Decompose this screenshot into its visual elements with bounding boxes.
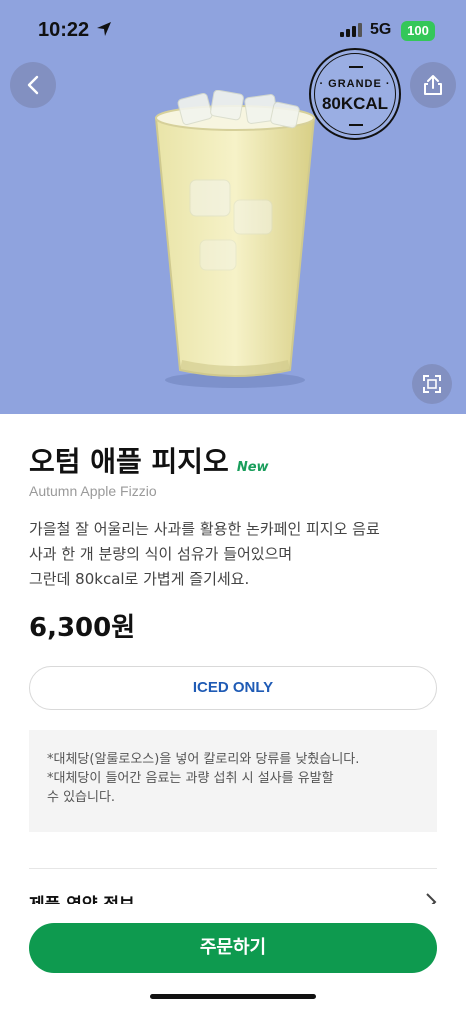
description-line: 가을철 잘 어울리는 사과를 활용한 논카페인 피지오 음료 xyxy=(29,520,380,538)
sweetener-notice: *대체당(알룰로오스)을 넣어 칼로리와 당류를 낮췄습니다. *대체당이 들어… xyxy=(29,730,437,832)
product-english-name: Autumn Apple Fizzio xyxy=(29,483,157,499)
product-title-row: 오텀 애플 피지오 New xyxy=(29,440,269,480)
order-button[interactable]: 주문하기 xyxy=(29,923,437,973)
notice-line: 수 있습니다. xyxy=(47,790,116,805)
expand-icon xyxy=(423,375,441,393)
product-price: 6,300원 xyxy=(29,613,136,643)
notice-line: *대체당(알룰로오스)을 넣어 칼로리와 당류를 낮췄습니다. xyxy=(47,752,360,767)
calorie-badge: · GRANDE · 80KCAL xyxy=(309,48,401,140)
description-line: 그란데 80kcal로 가볍게 즐기세요. xyxy=(29,570,250,588)
product-hero-image: 10:22 5G 100 · GRANDE · 80KCAL xyxy=(0,0,466,414)
iced-only-option[interactable]: ICED ONLY xyxy=(29,666,437,710)
status-time: 10:22 xyxy=(38,19,90,41)
product-description: 가을철 잘 어울리는 사과를 활용한 논카페인 피지오 음료 사과 한 개 분량… xyxy=(29,517,439,592)
bottom-action-bar: 주문하기 xyxy=(0,904,466,1009)
battery-indicator: 100 xyxy=(401,21,435,41)
status-bar: 10:22 5G 100 xyxy=(0,0,466,60)
back-button[interactable] xyxy=(10,62,56,108)
home-indicator xyxy=(150,994,316,999)
badge-kcal: 80KCAL xyxy=(321,94,389,113)
location-arrow-icon xyxy=(97,22,111,36)
new-badge: New xyxy=(236,460,269,475)
product-name: 오텀 애플 피지오 xyxy=(29,445,229,478)
badge-size: · GRANDE · xyxy=(319,78,391,90)
badge-divider xyxy=(349,66,363,68)
section-divider xyxy=(29,868,437,869)
share-icon xyxy=(424,75,442,95)
network-type: 5G xyxy=(370,21,392,38)
description-line: 사과 한 개 분량의 식이 섬유가 들어있으며 xyxy=(29,545,293,563)
signal-icon xyxy=(340,23,362,37)
share-button[interactable] xyxy=(410,62,456,108)
drink-image xyxy=(154,90,316,388)
notice-line: *대체당이 들어간 음료는 과량 섭취 시 설사를 유발할 xyxy=(47,771,334,786)
badge-divider xyxy=(349,124,363,126)
back-arrow-icon xyxy=(27,75,39,95)
expand-image-button[interactable] xyxy=(412,364,452,404)
